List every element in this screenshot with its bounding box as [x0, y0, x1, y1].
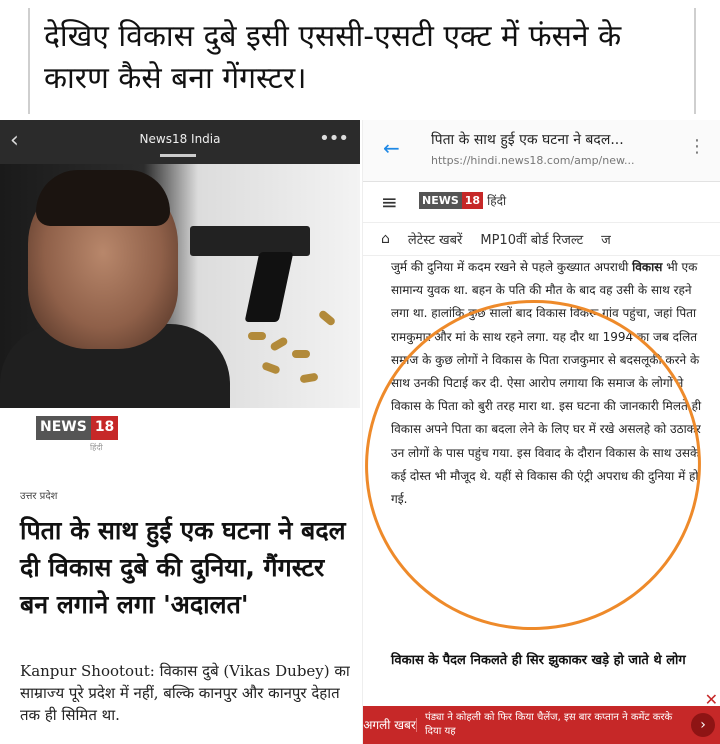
kebab-menu-icon[interactable]: ⋮: [688, 136, 706, 157]
next-story-label: अगली खबर: [363, 718, 417, 732]
hamburger-menu-icon[interactable]: ≡: [381, 190, 398, 214]
more-options-icon[interactable]: •••: [319, 128, 349, 149]
nav-item-more[interactable]: ज: [601, 230, 611, 248]
right-screenshot: ← पिता के साथ हुई एक घटना ने बदल... http…: [362, 120, 720, 744]
article-summary: Kanpur Shootout: विकास दुबे (Vikas Dubey…: [20, 662, 350, 724]
next-story-bar[interactable]: अगली खबर पंड्या ने कोहली को फिर किया चैल…: [363, 706, 720, 744]
article-headline: पिता के साथ हुई एक घटना ने बदल दी विकास …: [20, 516, 346, 619]
page-url[interactable]: https://hindi.news18.com/amp/new...: [431, 154, 634, 167]
bullet-icon: [299, 372, 319, 384]
article-subhead: विकास के पैदल निकलते ही सिर झुकाकर खड़े …: [391, 653, 686, 668]
bullet-icon: [317, 309, 337, 327]
app-title: News18 India: [139, 132, 221, 146]
app-topbar: ‹ News18 India •••: [0, 120, 360, 164]
article-kicker[interactable]: उत्तर प्रदेश: [20, 488, 57, 502]
bullet-icon: [269, 336, 289, 352]
bullet-icon: [261, 361, 281, 375]
title-underline: [160, 154, 196, 157]
caption-left-rule: [28, 8, 30, 114]
chevron-right-icon[interactable]: ›: [691, 713, 715, 737]
page-title: पिता के साथ हुई एक घटना ने बदल...: [431, 132, 624, 148]
article-lead: जुर्म की दुनिया में कदम रखने से पहले कुख…: [391, 260, 633, 274]
person-hair: [36, 170, 170, 226]
bullet-icon: [248, 332, 266, 340]
nav-item-latest[interactable]: लेटेस्ट खबरें: [408, 230, 462, 248]
pistol-grip: [244, 252, 294, 322]
logo-18-text: 18: [90, 416, 119, 440]
site-logo-hindi: हिंदी: [487, 194, 507, 208]
hero-image: [0, 164, 360, 408]
caption-right-rule: [694, 8, 696, 114]
news18-logo: NEWS 18: [36, 416, 119, 440]
home-icon[interactable]: ⌂: [381, 231, 390, 247]
category-nav: ⌂ लेटेस्ट खबरें MP10वीं बोर्ड रिजल्ट ज: [363, 222, 720, 256]
browser-address-bar: ← पिता के साथ हुई एक घटना ने बदल... http…: [363, 120, 720, 182]
article-rest: भी एक सामान्य युवक था. बहन के पति की मौत…: [391, 260, 702, 507]
pistol-icon: [190, 226, 310, 256]
site-logo[interactable]: NEWS 18 हिंदी: [419, 192, 506, 209]
site-logo-news: NEWS: [419, 192, 462, 209]
caption-text: देखिए विकास दुबे इसी एससी-एसटी एक्ट में …: [44, 19, 622, 96]
site-header: ≡ NEWS 18 हिंदी: [363, 182, 720, 222]
next-story-text: पंड्या ने कोहली को फिर किया चैलेंज, इस ब…: [425, 712, 673, 737]
back-arrow-icon[interactable]: ←: [383, 136, 400, 160]
article-body: जुर्म की दुनिया में कदम रखने से पहले कुख…: [391, 256, 713, 511]
logo-news-text: NEWS: [36, 416, 91, 440]
article-name: विकास: [632, 260, 663, 274]
left-screenshot: ‹ News18 India ••• NEWS 18 हिंदी उत्तर प…: [0, 120, 360, 744]
logo-subtitle: हिंदी: [90, 443, 103, 452]
bullet-icon: [292, 350, 310, 358]
nav-item-board-result[interactable]: MP10वीं बोर्ड रिजल्ट: [480, 230, 583, 248]
caption-panel: देखिए विकास दुबे इसी एससी-एसटी एक्ट में …: [0, 0, 720, 118]
site-logo-18: 18: [461, 192, 484, 209]
